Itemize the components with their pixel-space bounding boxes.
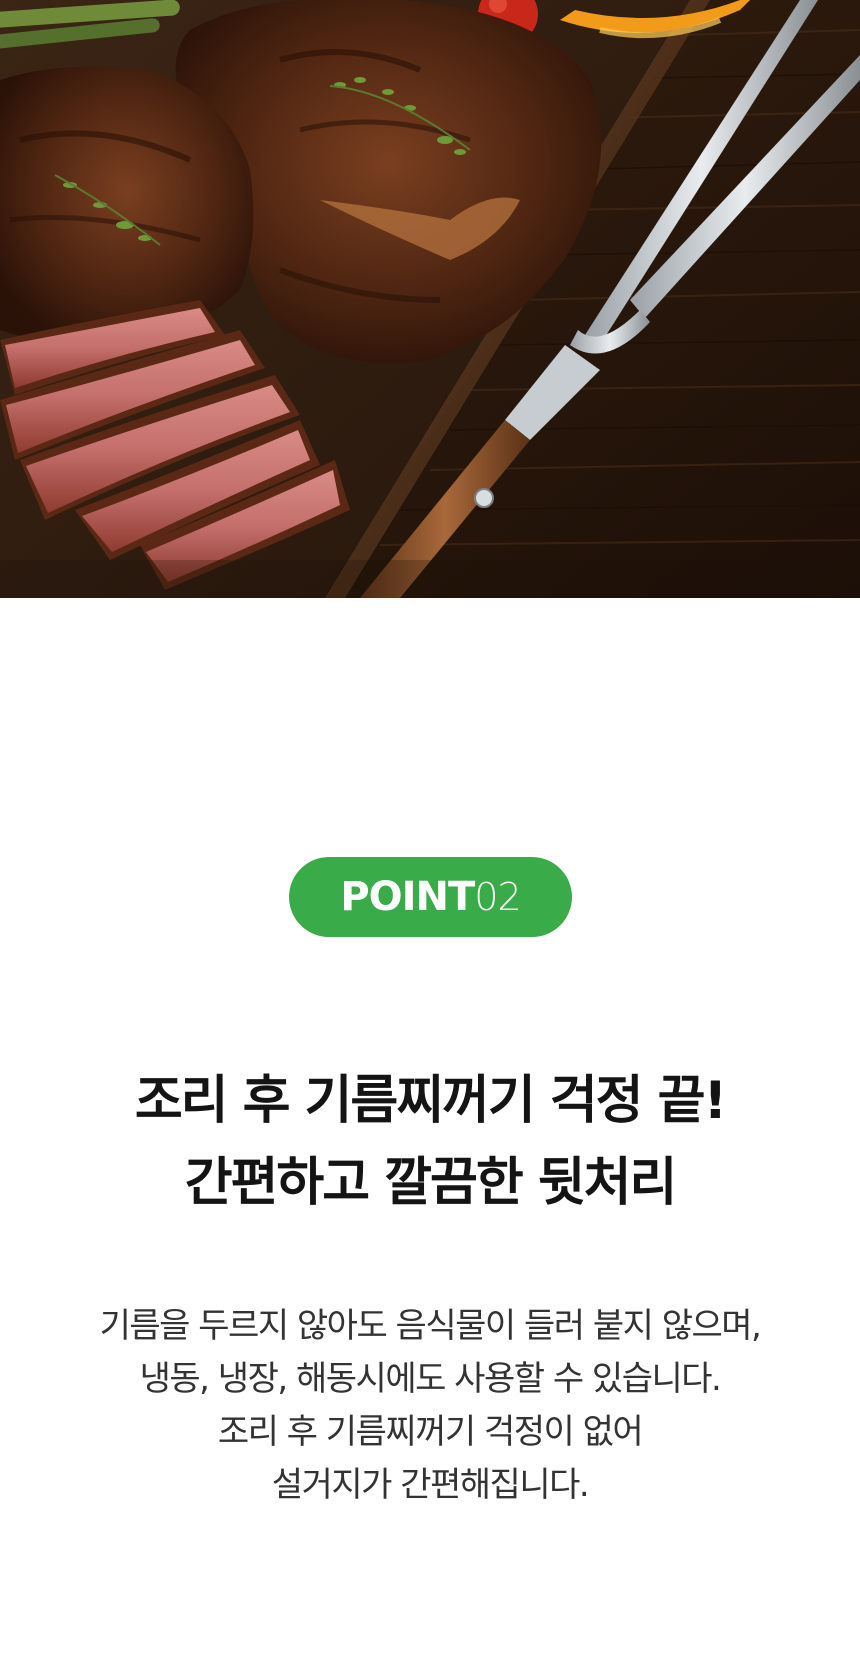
point-badge: POINT 02 [289, 857, 572, 937]
description-line-4: 설거지가 간편해집니다. [271, 1465, 590, 1505]
description-line-1: 기름을 두르지 않아도 음식물이 들러 붙지 않으며, [99, 1306, 762, 1346]
headline: 조리 후 기름찌꺼기 걱정 끝! 간편하고 깔끔한 뒷처리 [0, 1060, 860, 1224]
headline-line-1: 조리 후 기름찌꺼기 걱정 끝! [134, 1071, 727, 1131]
headline-line-2: 간편하고 깔끔한 뒷처리 [184, 1153, 678, 1213]
point-badge-number: 02 [474, 875, 521, 919]
description-line-2: 냉동, 냉장, 해동시에도 사용할 수 있습니다. [139, 1359, 722, 1399]
description: 기름을 두르지 않아도 음식물이 들러 붙지 않으며, 냉동, 냉장, 해동시에… [0, 1300, 860, 1512]
description-line-3: 조리 후 기름찌꺼기 걱정이 없어 [217, 1412, 644, 1452]
point-badge-label: POINT [340, 874, 475, 920]
hero-steak-image [0, 0, 860, 598]
